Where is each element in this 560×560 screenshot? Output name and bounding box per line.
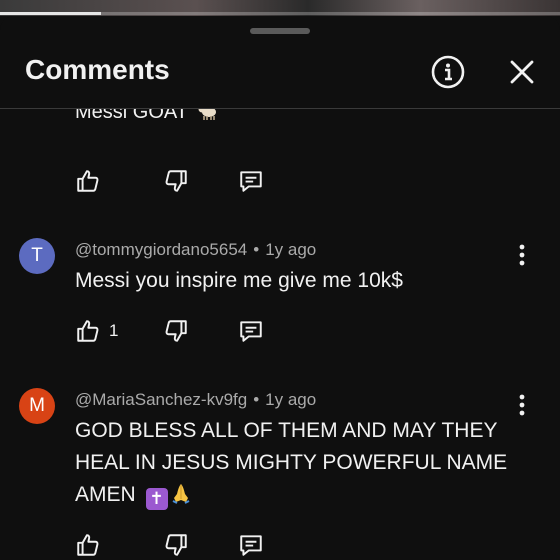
reply-button[interactable]	[238, 167, 264, 195]
close-button[interactable]	[504, 54, 540, 90]
folded-hands-emoji-icon	[170, 482, 192, 514]
thumbs-down-icon	[165, 534, 187, 556]
comment-meta: @tommygiordano5654 • 1y ago	[75, 240, 316, 260]
comment-menu-button[interactable]	[508, 391, 536, 419]
info-icon	[431, 55, 465, 89]
like-button[interactable]	[75, 167, 101, 195]
meta-separator: •	[253, 240, 260, 259]
page-title: Comments	[25, 54, 170, 85]
comment-actions	[75, 167, 295, 197]
info-button[interactable]	[430, 54, 466, 90]
comment-author[interactable]: @MariaSanchez-kv9fg	[75, 390, 247, 409]
comment-time: 1y ago	[265, 240, 317, 259]
dislike-button[interactable]	[163, 317, 189, 345]
comments-sheet: Comments Messi GOAT T @tommygiordano5654…	[0, 16, 560, 560]
comment-text: GOD BLESS ALL OF THEM AND MAY THEY HEAL …	[75, 415, 515, 514]
avatar[interactable]: T	[19, 238, 55, 274]
comment-actions: 1	[75, 317, 295, 347]
comment-actions	[75, 531, 295, 560]
reply-comment-icon	[240, 321, 262, 342]
video-progress-fill	[0, 12, 101, 15]
like-count: 1	[109, 321, 119, 340]
more-vertical-icon	[519, 244, 525, 266]
reply-comment-icon	[240, 171, 262, 192]
video-player-preview[interactable]	[0, 0, 560, 16]
reply-button[interactable]	[238, 531, 264, 559]
thumbs-up-icon	[77, 534, 99, 556]
like-button[interactable]: 1	[75, 317, 118, 345]
video-progress-bar[interactable]	[0, 12, 560, 15]
goat-emoji-icon	[198, 109, 217, 120]
drag-handle[interactable]	[250, 28, 310, 34]
meta-separator: •	[253, 390, 260, 409]
close-icon	[510, 60, 534, 84]
latin-cross-emoji-icon: ✝	[145, 488, 168, 510]
thumbs-down-icon	[165, 170, 187, 192]
reply-comment-icon	[240, 535, 262, 556]
avatar[interactable]: M	[19, 388, 55, 424]
comment-author[interactable]: @tommygiordano5654	[75, 240, 247, 259]
comments-header: Comments	[0, 46, 560, 109]
dislike-button[interactable]	[163, 531, 189, 559]
more-vertical-icon	[519, 394, 525, 416]
like-button[interactable]	[75, 531, 101, 559]
thumbs-up-icon	[77, 170, 99, 192]
comment-meta: @MariaSanchez-kv9fg • 1y ago	[75, 390, 316, 410]
dislike-button[interactable]	[163, 167, 189, 195]
comment-text: Messi you inspire me give me 10k$	[75, 269, 403, 292]
thumbs-down-icon	[165, 320, 187, 342]
comment-time: 1y ago	[265, 390, 317, 409]
comment-text-partial: Messi GOAT	[75, 109, 219, 124]
reply-button[interactable]	[238, 317, 264, 345]
thumbs-up-icon	[77, 320, 99, 342]
comments-list[interactable]: Messi GOAT T @tommygiordano5654 • 1y ago…	[0, 109, 560, 560]
comment-menu-button[interactable]	[508, 241, 536, 269]
